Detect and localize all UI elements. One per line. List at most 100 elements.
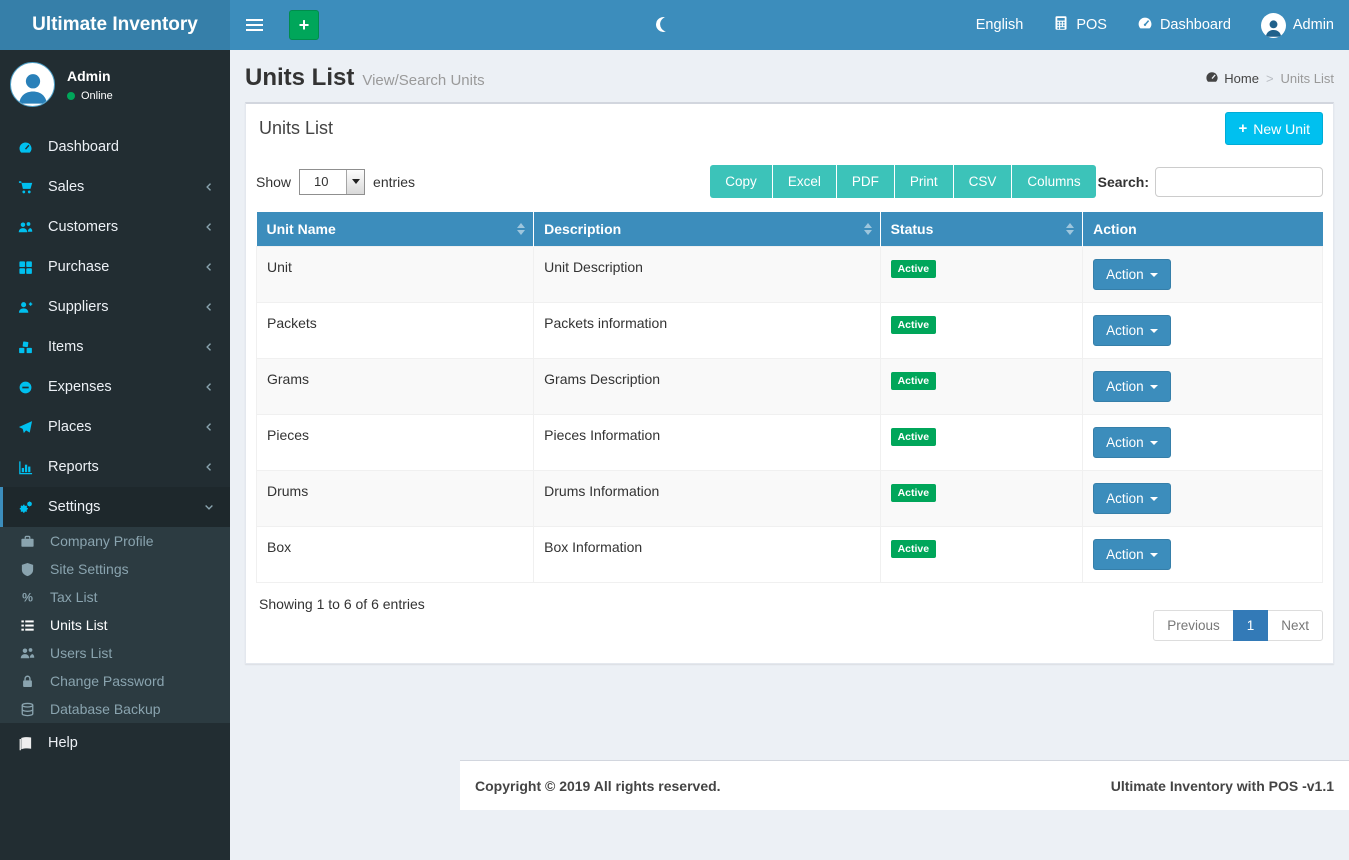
cubes-icon (18, 340, 42, 355)
sidebar-item-customers[interactable]: Customers (0, 207, 230, 247)
previous-page-button[interactable]: Previous (1153, 610, 1234, 641)
breadcrumb-home[interactable]: Home (1205, 70, 1259, 87)
sidebar-item-label: Company Profile (44, 533, 215, 549)
pdf-button[interactable]: PDF (837, 165, 895, 198)
print-button[interactable]: Print (895, 165, 954, 198)
page-1-button[interactable]: 1 (1233, 610, 1269, 641)
sidebar-item-database-backup[interactable]: Database Backup (0, 695, 230, 723)
sort-icon (1066, 223, 1074, 235)
caret-down-icon (1150, 553, 1158, 557)
export-buttons: Copy Excel PDF Print CSV Columns (710, 165, 1095, 198)
breadcrumb-home-label: Home (1224, 71, 1259, 86)
status-badge: Active (891, 316, 937, 334)
action-dropdown-button[interactable]: Action (1093, 427, 1171, 458)
table-row: Unit Unit Description Active Action (257, 247, 1323, 303)
content-header: Units ListView/Search Units Home > Units… (230, 50, 1349, 102)
action-dropdown-button[interactable]: Action (1093, 315, 1171, 346)
csv-button[interactable]: CSV (954, 165, 1013, 198)
sidebar-item-sales[interactable]: Sales (0, 167, 230, 207)
pagination: Previous 1 Next (1153, 610, 1323, 641)
sidebar-item-expenses[interactable]: Expenses (0, 367, 230, 407)
sidebar-item-help[interactable]: Help (0, 723, 230, 763)
version-text: Ultimate Inventory with POS -v1.1 (1111, 778, 1334, 794)
new-unit-label: New Unit (1253, 121, 1310, 137)
chevron-left-icon (203, 461, 215, 473)
status-badge: Active (891, 484, 937, 502)
action-dropdown-button[interactable]: Action (1093, 483, 1171, 514)
header-action: Action (1083, 212, 1323, 247)
sidebar-item-label: Customers (42, 219, 203, 235)
status-badge: Active (891, 260, 937, 278)
action-dropdown-button[interactable]: Action (1093, 259, 1171, 290)
sidebar-item-site-settings[interactable]: Site Settings (0, 555, 230, 583)
sidebar-item-reports[interactable]: Reports (0, 447, 230, 487)
sidebar-item-purchase[interactable]: Purchase (0, 247, 230, 287)
next-page-button[interactable]: Next (1267, 610, 1323, 641)
sidebar: Admin Online Dashboard Sales Customers P… (0, 50, 230, 860)
table-row: Packets Packets information Active Actio… (257, 303, 1323, 359)
language-menu[interactable]: English (961, 0, 1039, 50)
action-cell: Action (1083, 359, 1323, 415)
plus-icon: + (299, 16, 310, 34)
grid-icon (18, 260, 42, 275)
dropdown-arrow-icon (346, 170, 364, 194)
header-description[interactable]: Description (534, 212, 880, 247)
sidebar-item-units-list[interactable]: Units List (0, 611, 230, 639)
pos-label: POS (1076, 17, 1107, 33)
action-cell: Action (1083, 303, 1323, 359)
action-dropdown-button[interactable]: Action (1093, 371, 1171, 402)
show-label: Show (256, 174, 291, 190)
breadcrumb-separator: > (1266, 71, 1274, 86)
user-menu[interactable]: Admin (1246, 0, 1349, 50)
table-row: Grams Grams Description Active Action (257, 359, 1323, 415)
sidebar-item-change-password[interactable]: Change Password (0, 667, 230, 695)
paper-plane-icon (18, 420, 42, 435)
pos-link[interactable]: POS (1038, 0, 1122, 50)
header-unit-name[interactable]: Unit Name (257, 212, 534, 247)
search-input[interactable] (1155, 167, 1323, 197)
action-dropdown-button[interactable]: Action (1093, 539, 1171, 570)
description-cell: Drums Information (534, 471, 880, 527)
percent-icon: % (20, 590, 44, 605)
sidebar-item-dashboard[interactable]: Dashboard (0, 127, 230, 167)
svg-text:%: % (22, 590, 33, 604)
excel-button[interactable]: Excel (773, 165, 837, 198)
sidebar-item-users-list[interactable]: Users List (0, 639, 230, 667)
sidebar-item-label: Tax List (44, 589, 215, 605)
sidebar-item-label: Purchase (42, 259, 203, 275)
sidebar-item-tax-list[interactable]: % Tax List (0, 583, 230, 611)
description-cell: Unit Description (534, 247, 880, 303)
action-cell: Action (1083, 471, 1323, 527)
copyright-text: Copyright © 2019 All rights reserved. (475, 778, 721, 794)
quick-add-button[interactable]: + (289, 10, 319, 40)
sidebar-item-suppliers[interactable]: Suppliers (0, 287, 230, 327)
sidebar-item-settings[interactable]: Settings (0, 487, 230, 527)
sidebar-item-company-profile[interactable]: Company Profile (0, 527, 230, 555)
sidebar-item-label: Sales (42, 179, 203, 195)
unit-name-cell: Box (257, 527, 534, 583)
table-controls: Show 10 entries Copy Excel PDF Print CSV… (246, 153, 1333, 208)
unit-name-cell: Pieces (257, 415, 534, 471)
new-unit-button[interactable]: + New Unit (1225, 112, 1323, 145)
caret-down-icon (1150, 441, 1158, 445)
brand-logo[interactable]: Ultimate Inventory (0, 0, 230, 50)
sidebar-item-label: Site Settings (44, 561, 215, 577)
units-table: Unit Name Description Status Action Unit… (256, 212, 1323, 583)
online-dot-icon (67, 92, 75, 100)
columns-button[interactable]: Columns (1012, 165, 1095, 198)
header-status[interactable]: Status (880, 212, 1083, 247)
page-footer: Copyright © 2019 All rights reserved. Ul… (460, 760, 1349, 810)
page-length-select[interactable]: 10 (299, 169, 365, 195)
sidebar-item-places[interactable]: Places (0, 407, 230, 447)
action-cell: Action (1083, 527, 1323, 583)
user-plus-icon (18, 300, 42, 315)
online-label: Online (81, 90, 113, 102)
copy-button[interactable]: Copy (710, 165, 773, 198)
status-badge: Active (891, 540, 937, 558)
sidebar-item-label: Dashboard (42, 139, 215, 155)
moon-icon[interactable] (655, 16, 672, 33)
dashboard-link[interactable]: Dashboard (1122, 0, 1246, 50)
sidebar-item-items[interactable]: Items (0, 327, 230, 367)
sidebar-toggle-button[interactable] (230, 0, 279, 50)
dashboard-label: Dashboard (1160, 17, 1231, 33)
